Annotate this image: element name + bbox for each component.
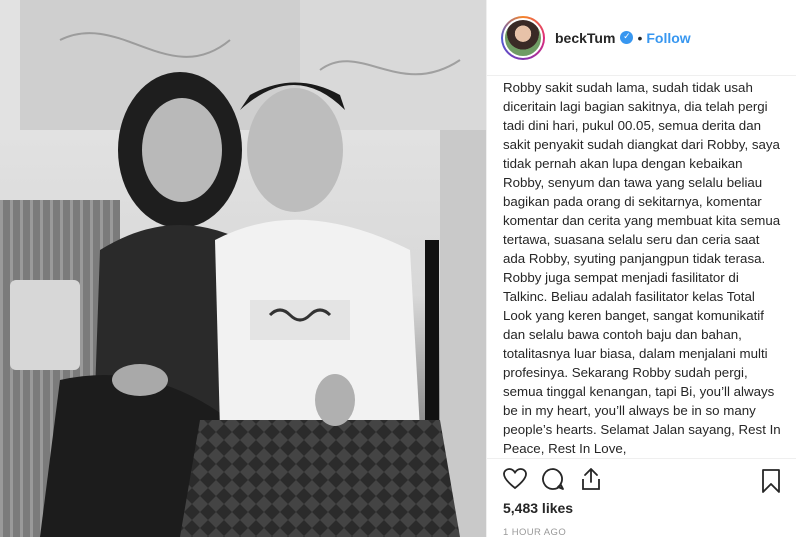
- separator-dot: •: [637, 29, 643, 46]
- share-icon[interactable]: [577, 465, 605, 493]
- bookmark-icon[interactable]: [759, 467, 783, 495]
- post-sidebar: beckTum ✓ • Follow Robby sakit sudah lam…: [486, 0, 796, 537]
- avatar[interactable]: [503, 17, 543, 58]
- verified-badge-icon: ✓: [620, 31, 634, 44]
- caption-scrollbar[interactable]: [787, 78, 793, 456]
- photo-illustration: [0, 0, 486, 537]
- username-link[interactable]: beckTum: [555, 30, 615, 46]
- heart-icon[interactable]: [501, 465, 529, 493]
- comment-icon[interactable]: [539, 465, 567, 493]
- avatar-story-ring[interactable]: [501, 15, 545, 60]
- post-timestamp[interactable]: 1 HOUR AGO: [503, 527, 566, 537]
- post-header: beckTum ✓ • Follow: [487, 0, 796, 76]
- post-caption: Robby sakit sudah lama, sudah tidak usah…: [503, 80, 781, 456]
- post-photo[interactable]: [0, 0, 486, 537]
- likes-count[interactable]: 5,483 likes: [503, 500, 573, 516]
- follow-button[interactable]: Follow: [646, 30, 690, 46]
- action-bar: [487, 458, 796, 498]
